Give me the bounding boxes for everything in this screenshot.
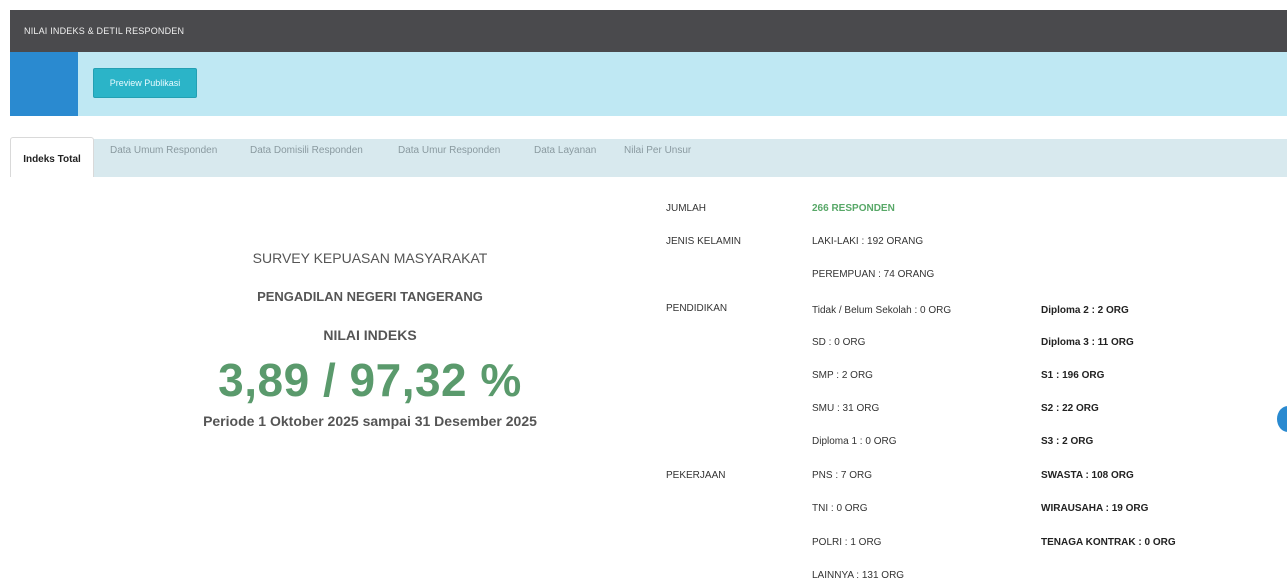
education-item: S3 : 2 ORG: [1041, 436, 1094, 447]
index-summary: SURVEY KEPUASAN MASYARAKAT PENGADILAN NE…: [120, 250, 620, 429]
survey-title: SURVEY KEPUASAN MASYARAKAT: [252, 250, 488, 266]
toolbar-accent: [10, 52, 78, 116]
jumlah-label: JUMLAH: [666, 203, 707, 214]
tab-bar: Indeks Total Data Umum Responden Data Do…: [10, 137, 1287, 177]
survey-period: Periode 1 Oktober 2025 sampai 31 Desembe…: [203, 413, 537, 429]
education-item: SMP : 2 ORG: [812, 370, 873, 381]
tab-data-domisili-responden[interactable]: Data Domisili Responden: [250, 145, 363, 156]
index-value: 3,89 / 97,32 %: [218, 354, 522, 406]
job-item: PNS : 7 ORG: [812, 470, 873, 481]
education-item: Tidak / Belum Sekolah : 0 ORG: [812, 305, 952, 316]
tab-indeks-total[interactable]: Indeks Total: [10, 137, 94, 177]
job-item: LAINNYA : 131 ORG: [812, 570, 905, 581]
gender-male: LAKI-LAKI : 192 ORANG: [812, 236, 924, 247]
tab-data-layanan[interactable]: Data Layanan: [534, 145, 596, 156]
court-name: PENGADILAN NEGERI TANGERANG: [257, 289, 483, 304]
education-item: SMU : 31 ORG: [812, 403, 880, 414]
gender-label: JENIS KELAMIN: [666, 236, 742, 247]
preview-publikasi-button[interactable]: Preview Publikasi: [93, 68, 197, 98]
job-item: WIRAUSAHA : 19 ORG: [1041, 503, 1149, 514]
tab-data-umum-responden[interactable]: Data Umum Responden: [110, 145, 217, 156]
scroll-top-button[interactable]: [1277, 406, 1287, 432]
education-item: Diploma 2 : 2 ORG: [1041, 305, 1129, 316]
jumlah-value: 266 RESPONDEN: [812, 203, 895, 214]
education-item: S1 : 196 ORG: [1041, 370, 1105, 381]
page-header: NILAI INDEKS & DETIL RESPONDEN: [10, 10, 1287, 52]
job-label: PEKERJAAN: [666, 470, 726, 481]
index-label: NILAI INDEKS: [323, 327, 417, 343]
job-item: TENAGA KONTRAK : 0 ORG: [1041, 537, 1176, 548]
job-item: TNI : 0 ORG: [812, 503, 868, 514]
job-item: SWASTA : 108 ORG: [1041, 470, 1134, 481]
tab-data-umur-responden[interactable]: Data Umur Responden: [398, 145, 500, 156]
education-item: S2 : 22 ORG: [1041, 403, 1099, 414]
education-item: Diploma 3 : 11 ORG: [1041, 337, 1134, 348]
job-item: POLRI : 1 ORG: [812, 537, 882, 548]
education-item: SD : 0 ORG: [812, 337, 866, 348]
education-item: Diploma 1 : 0 ORG: [812, 436, 897, 447]
toolbar: Preview Publikasi: [10, 52, 1287, 116]
education-label: PENDIDIKAN: [666, 303, 728, 314]
gender-female: PEREMPUAN : 74 ORANG: [812, 269, 935, 280]
tab-nilai-per-unsur[interactable]: Nilai Per Unsur: [624, 145, 691, 156]
page-title: NILAI INDEKS & DETIL RESPONDEN: [24, 26, 185, 36]
